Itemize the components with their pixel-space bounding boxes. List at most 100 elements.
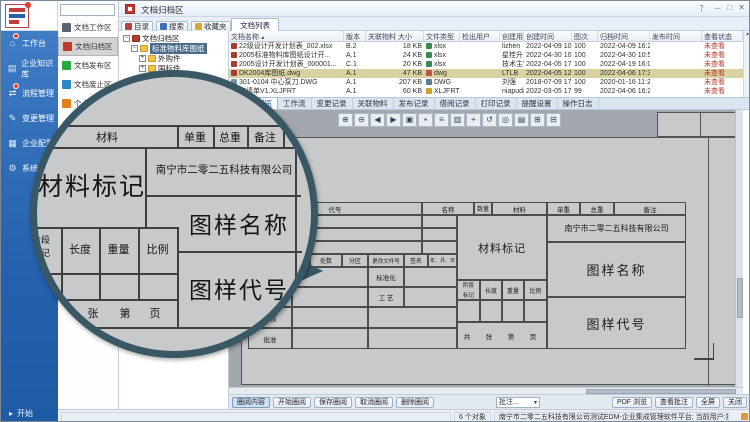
column-header[interactable]: 文件类型: [424, 31, 460, 41]
workspace-icon: [62, 80, 71, 89]
column-header[interactable]: 检出用户: [460, 31, 500, 41]
annotation-dropdown[interactable]: 批注...▾: [496, 397, 540, 408]
sheet-frame-line: [708, 138, 709, 386]
table-row[interactable]: 2005设计开发计划表_000001...C.120 KBxlsx技术主管202…: [229, 60, 743, 69]
tree-root[interactable]: − 文档归档区: [119, 33, 228, 43]
column-header-label: 版本: [346, 34, 360, 41]
sidebar-item-label: 流程管理: [22, 88, 54, 99]
fullscreen-button[interactable]: 全屏: [696, 397, 720, 408]
column-header[interactable]: 图次: [572, 31, 598, 41]
workspace-label: 文档归档区: [75, 41, 113, 52]
tab-8[interactable]: 提醒设置: [517, 97, 558, 109]
image-icon[interactable]: ▣: [402, 113, 417, 127]
column-header[interactable]: 文档名称 ▲: [229, 31, 344, 41]
viewer-hscrollbar[interactable]: [229, 387, 743, 394]
sidebar-item-4[interactable]: ✎变更管理: [1, 106, 58, 131]
zoom-in-icon[interactable]: ⊕: [338, 113, 353, 127]
title-block-text: 年、月、日: [428, 254, 457, 267]
workspace-item-2[interactable]: 文档归档区: [58, 37, 118, 56]
cell-value: 100: [574, 52, 586, 59]
view-annotation-button[interactable]: 查看批注: [655, 397, 693, 408]
column-header[interactable]: 查看状态: [702, 31, 743, 41]
column-header[interactable]: 创建用户: [500, 31, 524, 41]
table-row[interactable]: 22级设计开发计划表_002.xlsxB.218 KBxlsxlizhen202…: [229, 42, 743, 51]
grid-on-icon[interactable]: ⊞: [530, 113, 545, 127]
prev-page-icon[interactable]: ◀: [370, 113, 385, 127]
grid-off-icon[interactable]: ⊟: [546, 113, 561, 127]
sidebar-item-2[interactable]: ▤企业知识库: [1, 56, 58, 81]
tab-9[interactable]: 操作日志: [558, 97, 599, 109]
column-header[interactable]: 关联物料: [366, 31, 396, 41]
column-header[interactable]: 创建时间: [524, 31, 572, 41]
sidebar-item-1[interactable]: ⌂工作台: [1, 31, 58, 56]
table-row[interactable]: DK2004库图纸.dwgA.147 KBdwgLTLB2022-04-05 1…: [229, 69, 743, 78]
close-button[interactable]: ✕: [738, 3, 745, 14]
cell-type: xlsx: [424, 60, 460, 69]
column-header[interactable]: 版本: [344, 31, 366, 41]
next-page-icon[interactable]: ▶: [386, 113, 401, 127]
cell-type: xlsx: [424, 42, 460, 51]
maximize-button[interactable]: □: [727, 3, 732, 14]
tab-5[interactable]: 发布记录: [394, 97, 435, 109]
tab-3[interactable]: 变更记录: [312, 97, 353, 109]
workspace-item-1[interactable]: 文档工作区: [58, 18, 118, 37]
tab-file-list[interactable]: 文档列表: [231, 18, 279, 31]
cell-status: 未查看: [702, 60, 743, 69]
print-icon[interactable]: ▥: [450, 113, 465, 127]
close-viewer-button[interactable]: 关闭: [723, 397, 747, 408]
tab-6[interactable]: 借阅记录: [435, 97, 476, 109]
pdf-view-button[interactable]: PDF 浏览: [612, 397, 652, 408]
tree-item-1[interactable]: +外购件: [119, 53, 228, 63]
filetype-icon: [426, 52, 432, 58]
file-list-scrollbar[interactable]: ▲: [743, 31, 750, 97]
sidebar-item-3[interactable]: ⇄流程管理: [1, 81, 58, 106]
tab-4[interactable]: 关联物料: [353, 97, 394, 109]
workspace-item-3[interactable]: 文档发布区: [58, 56, 118, 75]
review-button-3[interactable]: 保存圈阅: [314, 397, 352, 408]
cell-status: 未查看: [702, 69, 743, 78]
layers-icon[interactable]: ≡: [434, 113, 449, 127]
expand-icon[interactable]: +: [139, 65, 146, 72]
cell-value: 207 KB: [399, 79, 422, 86]
sidebar-icon: ✎: [7, 113, 18, 124]
tab-2[interactable]: 工作流: [278, 97, 312, 109]
start-label: 开始: [17, 408, 33, 419]
table-row[interactable]: 301-0104 中心泵刀.DWGA.1207 KBDWG刘强2018-07-0…: [229, 78, 743, 87]
column-header[interactable]: 归档时间: [598, 31, 650, 41]
status-icon: [741, 413, 748, 420]
tab-7[interactable]: 打印记录: [476, 97, 517, 109]
expand-icon[interactable]: +: [139, 55, 146, 62]
start-item[interactable]: ▸ 开始: [1, 405, 58, 421]
cell-created: 2022-04-09 10:00:01: [524, 42, 572, 51]
review-button-2[interactable]: 开始圈阅: [273, 397, 311, 408]
archive-root-icon: [132, 35, 140, 42]
detail-tab-bar: 浏览工作流变更记录关联物料发布记录借阅记录打印记录提醒设置操作日志: [229, 97, 750, 110]
review-button-1[interactable]: 圈阅内容: [232, 397, 270, 408]
column-header[interactable]: 发布时间: [650, 31, 702, 41]
filetype-icon: [426, 43, 432, 49]
filetype-icon: [426, 61, 432, 67]
column-header-label: 创建用户: [502, 34, 524, 41]
dot-icon[interactable]: ▪: [418, 113, 433, 127]
filetype-icon: [426, 88, 432, 94]
title-block-text: 长度: [480, 280, 502, 300]
cell-name: 301-0104 中心泵刀.DWG: [229, 78, 344, 87]
collapse-icon[interactable]: −: [123, 35, 130, 42]
workspace-search-input[interactable]: [60, 4, 115, 16]
table-row[interactable]: 申请单V1.XLJFRTA.160 KBXLJFRTniapudai2022-0…: [229, 87, 743, 96]
minimize-button[interactable]: －: [713, 3, 721, 14]
collapse-icon[interactable]: −: [131, 45, 138, 52]
zoom-out-icon[interactable]: ⊖: [354, 113, 369, 127]
target-icon[interactable]: ◎: [498, 113, 513, 127]
review-button-5[interactable]: 删除圈阅: [396, 397, 434, 408]
table-row[interactable]: 2005标准物料库图纸设计开...A.124 KBxlsx星桂升2022-04-…: [229, 51, 743, 60]
help-button[interactable]: ？: [699, 3, 707, 14]
tree-item-selected[interactable]: − 标准物料库图纸: [119, 43, 228, 53]
pages-icon[interactable]: ▤: [514, 113, 529, 127]
rotate-icon[interactable]: ↺: [482, 113, 497, 127]
cell-size: 207 KB: [396, 78, 424, 87]
column-header[interactable]: 大小: [396, 31, 424, 41]
add-icon[interactable]: +: [466, 113, 481, 127]
viewer-vscrollbar[interactable]: [735, 110, 743, 387]
review-button-4[interactable]: 取消圈阅: [355, 397, 393, 408]
